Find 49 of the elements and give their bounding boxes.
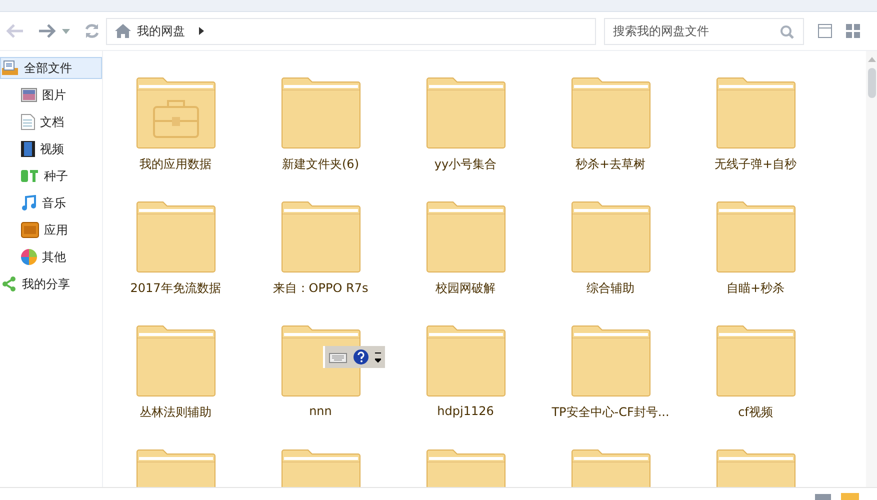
- list-view-button[interactable]: [818, 24, 832, 38]
- sidebar-item[interactable]: 我的分享: [0, 273, 102, 295]
- share-icon: [1, 276, 17, 292]
- sidebar-item[interactable]: 全部文件: [0, 57, 102, 79]
- document-icon: [21, 114, 35, 130]
- pie-icon: [21, 249, 37, 265]
- image-icon: [21, 88, 37, 102]
- grid-view-button[interactable]: [846, 24, 860, 38]
- scrollbar-thumb[interactable]: [868, 68, 876, 98]
- folder-name: 丛林法则辅助: [140, 404, 212, 420]
- folder-name: 校园网破解: [436, 280, 496, 296]
- folder-name: 秒杀+去草树: [575, 156, 646, 172]
- film-icon: [21, 141, 35, 157]
- folder-name: 新建文件夹(6): [282, 156, 359, 172]
- drive-icon: [1, 60, 19, 76]
- back-button[interactable]: [6, 24, 24, 38]
- refresh-button[interactable]: [84, 23, 100, 39]
- music-note-icon: [21, 195, 37, 211]
- folder-name: 我的应用数据: [140, 156, 212, 172]
- sidebar-item[interactable]: 应用: [0, 219, 102, 241]
- home-icon: [115, 24, 131, 38]
- folder-with-briefcase-icon[interactable]: [136, 76, 216, 150]
- folder-name: 综合辅助: [586, 280, 634, 296]
- bt-icon: [21, 170, 39, 182]
- sidebar-item[interactable]: 其他: [0, 246, 102, 268]
- search-icon[interactable]: [780, 24, 794, 38]
- folder-name: hdpj1126: [437, 404, 494, 420]
- sidebar-item[interactable]: 音乐: [0, 192, 102, 214]
- breadcrumb-link[interactable]: 我的网盘: [137, 22, 185, 40]
- caret-icon[interactable]: [199, 27, 205, 35]
- folder-name: 来自：OPPO R7s: [272, 280, 368, 296]
- folder-name: TP安全中心-CF封号...: [552, 404, 670, 420]
- folder-name: nnn: [309, 404, 332, 420]
- folder-name: 2017年免流数据: [130, 280, 221, 296]
- sidebar-item[interactable]: 文档: [0, 111, 102, 133]
- scrollbar[interactable]: [866, 51, 877, 487]
- forward-button[interactable]: [38, 24, 56, 38]
- sidebar-item[interactable]: 图片: [0, 84, 102, 106]
- folder-name: cf视频: [738, 404, 773, 420]
- folder-name: 无线子弹+自秒: [714, 156, 797, 172]
- box-icon: [21, 222, 39, 238]
- search-field[interactable]: 搜索我的网盘文件: [604, 18, 804, 44]
- history-dropdown[interactable]: [62, 28, 70, 34]
- help-icon[interactable]: [351, 347, 371, 367]
- scroll-up-arrow-icon[interactable]: [868, 57, 876, 62]
- sidebar-item[interactable]: 种子: [0, 165, 102, 187]
- sidebar-item[interactable]: 视频: [0, 138, 102, 160]
- folder-name: yy小号集合: [434, 156, 497, 172]
- folder-name: 自瞄+秒杀: [726, 280, 785, 296]
